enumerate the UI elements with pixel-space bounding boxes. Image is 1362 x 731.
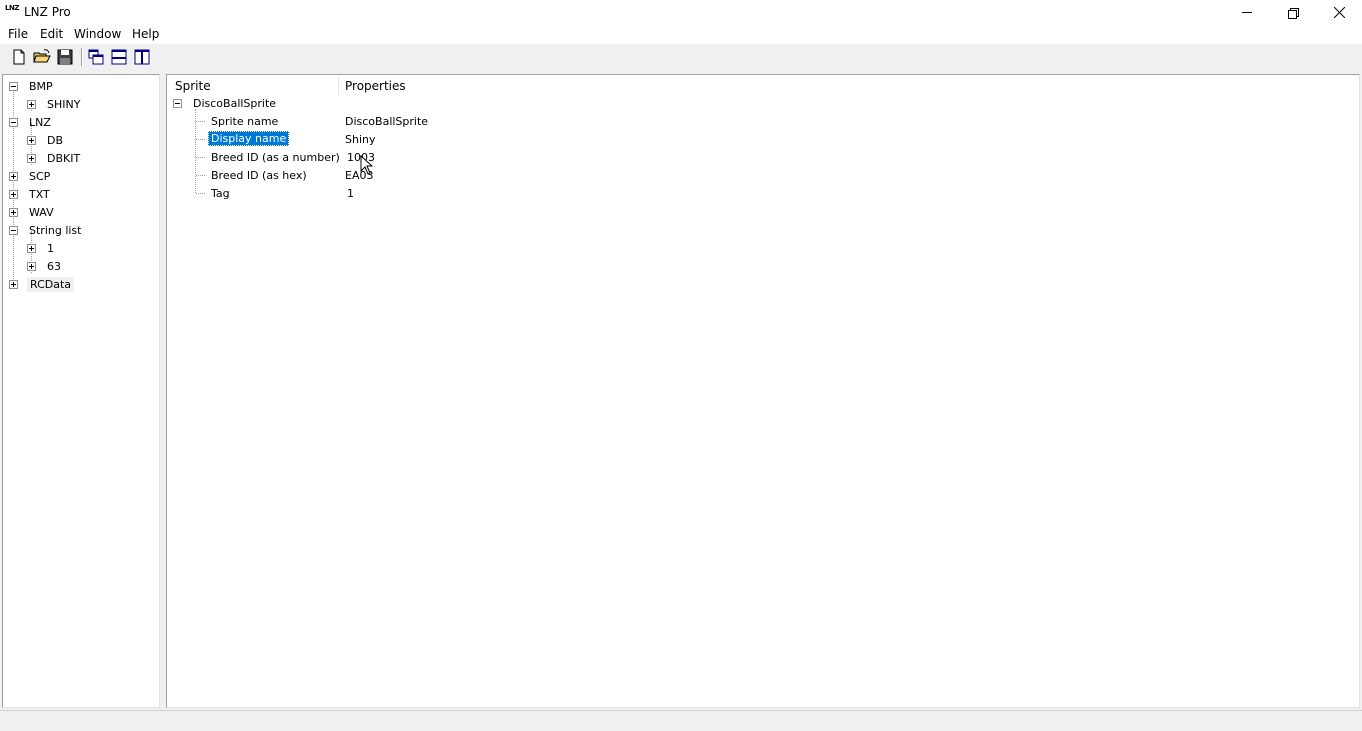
open-button[interactable] [32,47,52,67]
window-title: LNZ Pro [24,5,71,19]
minimize-icon [1242,12,1252,13]
tree-expander-shiny[interactable] [27,100,36,109]
resource-tree: BMP SHINY LNZ DB DBKIT SCP TXT WAV Strin… [2,74,160,708]
tree-expander-string-list[interactable] [9,226,18,235]
tree-expander-rcdata[interactable] [9,280,18,289]
tree-expander-lnz[interactable] [9,118,18,127]
toolbar [0,44,1362,70]
tree-node-string-63[interactable]: 63 [47,260,61,273]
tree-node-scp[interactable]: SCP [29,170,50,183]
tree-node-string-1[interactable]: 1 [47,242,54,255]
tile-horizontal-button[interactable] [109,47,129,67]
close-button[interactable] [1316,0,1362,25]
tile-horizontal-icon [111,49,127,65]
tree-connector [196,157,205,158]
tree-connector [196,139,205,140]
sprite-root-node[interactable]: DiscoBallSprite [193,97,276,110]
tree-expander-disco-ball-sprite[interactable] [173,99,182,108]
property-label-breed-id-number[interactable]: Breed ID (as a number) [208,150,343,165]
new-document-icon [13,49,25,65]
menu-help[interactable]: Help [132,27,159,41]
tree-expander-wav[interactable] [9,208,18,217]
save-icon [57,49,73,65]
tree-node-wav[interactable]: WAV [29,206,54,219]
tree-connector [196,175,205,176]
property-value-sprite-name[interactable]: DiscoBallSprite [345,115,428,128]
save-button[interactable] [55,47,75,67]
menu-edit[interactable]: Edit [40,27,63,41]
tree-node-string-list[interactable]: String list [29,224,81,237]
column-header-sprite[interactable]: Sprite [175,79,211,93]
app-logo-icon: LNZ [5,4,19,12]
tree-expander-db[interactable] [27,136,36,145]
menu-bar: File Edit Window Help [0,25,1362,44]
panel-splitter[interactable] [160,74,165,708]
property-label-breed-id-hex[interactable]: Breed ID (as hex) [208,168,310,183]
property-grid: Sprite Properties DiscoBallSprite Sprite… [166,74,1360,708]
menu-file[interactable]: File [8,27,28,41]
restore-icon [1288,7,1299,19]
property-value-tag[interactable]: 1 [347,187,354,200]
tile-vertical-icon [134,49,150,65]
tree-connector [196,121,205,122]
close-icon [1333,7,1345,18]
tree-node-rcdata[interactable]: RCData [27,277,75,292]
property-label-tag[interactable]: Tag [208,186,233,201]
tree-expander-string-63[interactable] [27,262,36,271]
tree-expander-dbkit[interactable] [27,154,36,163]
property-label-display-name[interactable]: Display name [208,131,290,146]
tree-node-txt[interactable]: TXT [29,188,50,201]
mouse-pointer-icon [360,154,374,175]
restore-button[interactable] [1270,0,1316,25]
tree-expander-string-1[interactable] [27,244,36,253]
title-bar: LNZ LNZ Pro [0,0,1362,25]
open-folder-icon [33,49,51,63]
new-button[interactable] [9,47,29,67]
status-bar [0,710,1362,731]
tree-node-shiny[interactable]: SHINY [47,98,80,111]
column-header-properties[interactable]: Properties [345,79,406,93]
tree-expander-bmp[interactable] [9,82,18,91]
tree-node-dbkit[interactable]: DBKIT [47,152,80,165]
tree-node-lnz[interactable]: LNZ [29,116,51,129]
tree-expander-txt[interactable] [9,190,18,199]
tree-node-bmp[interactable]: BMP [29,80,53,93]
cascade-button[interactable] [86,47,106,67]
tree-node-db[interactable]: DB [47,134,63,147]
toolbar-separator [81,48,83,66]
tree-expander-scp[interactable] [9,172,18,181]
menu-window[interactable]: Window [74,27,121,41]
cascade-windows-icon [88,49,104,65]
property-label-sprite-name[interactable]: Sprite name [208,114,281,129]
tree-connector [196,193,205,194]
tree-connector [13,87,14,285]
column-divider[interactable] [338,77,339,95]
minimize-button[interactable] [1224,0,1270,25]
tile-vertical-button[interactable] [132,47,152,67]
property-value-display-name[interactable]: Shiny [345,133,376,146]
